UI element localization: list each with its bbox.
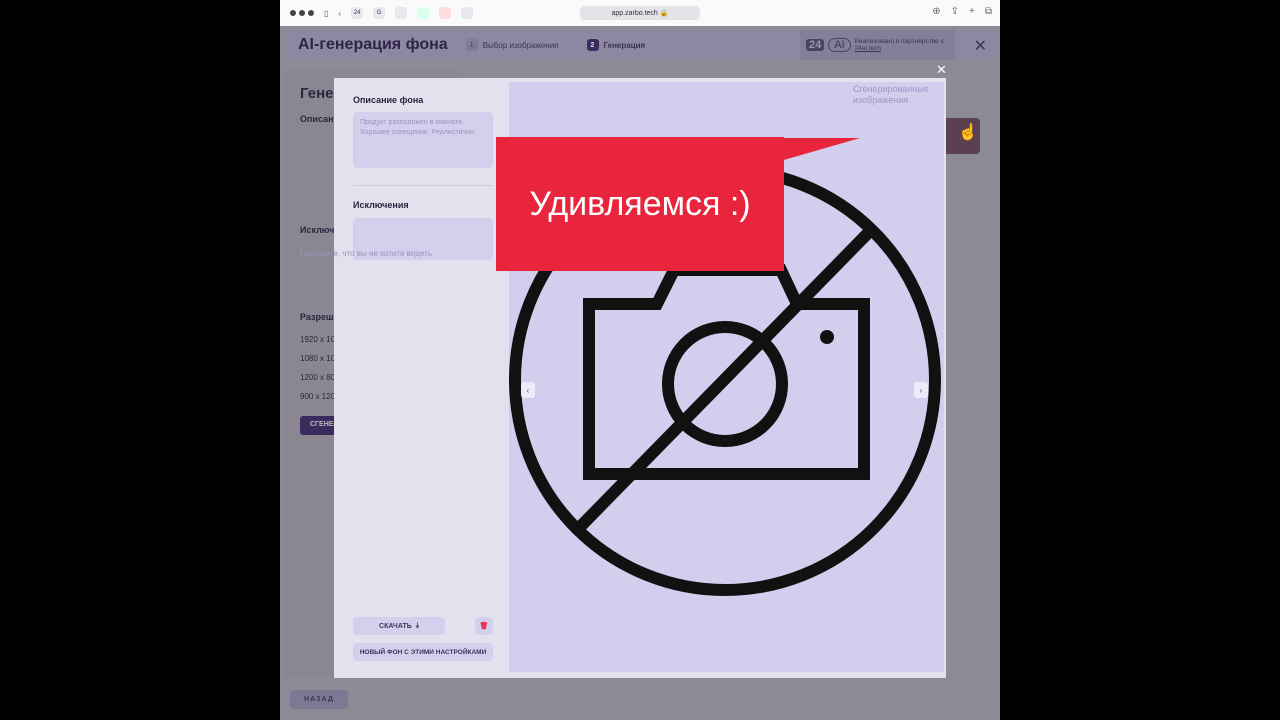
trash-icon: 🗑: [479, 623, 489, 630]
tab-favicon[interactable]: [417, 7, 430, 19]
app-header: AI-генерация фона 1 Выбор изображения 2 Ге…: [285, 30, 995, 60]
partner-link[interactable]: 24ai.tech: [855, 45, 881, 52]
page-title: AI-генерация фона: [298, 36, 448, 53]
step-number: 2: [586, 39, 599, 51]
share-icon[interactable]: ⇪: [951, 6, 959, 17]
address-bar[interactable]: app.zarbo.tech 🔒: [580, 6, 700, 20]
step-number: 1: [465, 39, 478, 51]
download-button[interactable]: СКАЧАТЬ ⤓: [353, 617, 445, 635]
partner-text: Реализовано в партнёрстве с: [854, 38, 944, 45]
tabs-icon[interactable]: ⧉: [985, 6, 992, 17]
modal-desc-label: Описание фона: [353, 95, 424, 105]
download-label: СКАЧАТЬ: [379, 622, 412, 630]
tab-favicon[interactable]: [395, 7, 408, 19]
screen: ▯ ‹ 24 G app.zarbo.tech 🔒 ⊕ ⇪ + ⧉ AI-генера…: [280, 0, 1000, 720]
next-image-button[interactable]: ›: [914, 382, 928, 398]
step-label: Выбор изображения: [482, 40, 559, 50]
modal-excl-label: Исключения: [353, 200, 409, 210]
close-icon[interactable]: ✕: [974, 36, 987, 56]
new-background-button[interactable]: НОВЫЙ ФОН С ЭТИМИ НАСТРОЙКАМИ: [353, 643, 493, 661]
browser-toolbar: ▯ ‹ 24 G app.zarbo.tech 🔒 ⊕ ⇪ + ⧉: [280, 0, 1000, 26]
partner-logo: AI: [828, 38, 851, 52]
window-controls[interactable]: [290, 10, 314, 16]
tab-favicon[interactable]: 24: [351, 7, 364, 19]
step-label: Генерация: [603, 40, 646, 50]
hand-cursor-icon: ☝: [958, 124, 978, 141]
back-icon[interactable]: ‹: [338, 9, 341, 18]
back-button[interactable]: НАЗАД: [290, 690, 348, 709]
delete-button[interactable]: 🗑: [475, 617, 493, 635]
modal-close-icon[interactable]: ✕: [936, 62, 947, 78]
divider: [353, 185, 493, 186]
modal-desc-field[interactable]: Продукт расположен в комнате. Хорошее ос…: [353, 112, 493, 168]
sidebar-icon[interactable]: ▯: [324, 9, 328, 18]
download-icon: ⤓: [415, 622, 419, 629]
excl-placeholder[interactable]: Напишите, что вы не хотите видеть: [300, 248, 450, 259]
partner-logo: 24: [806, 39, 825, 51]
prev-image-button[interactable]: ‹: [521, 382, 535, 398]
tab-favicon[interactable]: [461, 7, 474, 19]
tab-favicon[interactable]: G: [373, 7, 386, 19]
generated-title: Сгенерированные изображения: [853, 84, 929, 105]
step-1[interactable]: 1 Выбор изображения: [465, 39, 559, 51]
partner-badge: 24 AI Реализовано в партнёрстве с 24ai.te…: [800, 30, 955, 60]
step-2[interactable]: 2 Генерация: [586, 39, 646, 51]
tab-favicon[interactable]: [439, 7, 452, 19]
url-text: app.zarbo.tech: [611, 9, 658, 17]
annotation-callout: Удивляемся :): [496, 137, 784, 271]
new-tab-icon[interactable]: +: [969, 6, 975, 17]
download-icon[interactable]: ⊕: [932, 6, 940, 17]
